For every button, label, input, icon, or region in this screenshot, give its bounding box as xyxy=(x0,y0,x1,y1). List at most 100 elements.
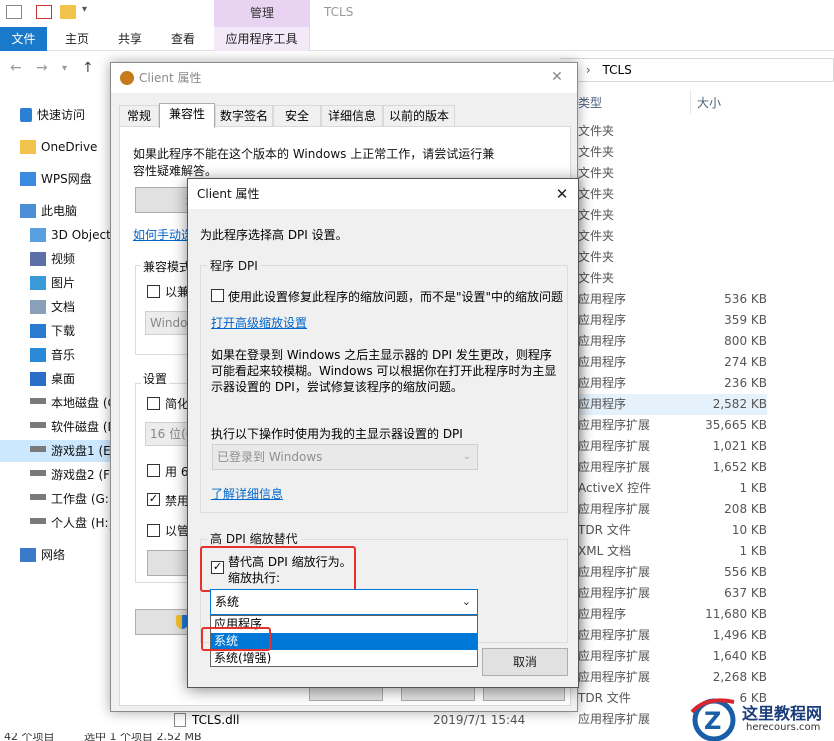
file-row[interactable]: 应用程序 359 KB xyxy=(575,310,767,331)
sidebar-item[interactable]: 游戏盘2 (F: xyxy=(0,464,112,486)
desktop-icon xyxy=(30,371,46,386)
up-icon[interactable]: ↑ xyxy=(82,60,94,76)
file-row[interactable]: 应用程序扩展 1,021 KB xyxy=(575,436,767,457)
file-row[interactable]: 应用程序 274 KB xyxy=(575,352,767,373)
sidebar-item[interactable]: 工作盘 (G:) xyxy=(0,488,112,510)
new-folder-icon[interactable] xyxy=(60,5,76,19)
file-row[interactable]: ActiveX 控件 1 KB xyxy=(575,478,767,499)
fix-scaling-checkbox[interactable] xyxy=(211,289,224,302)
reduced-color-checkbox[interactable] xyxy=(147,397,160,410)
sidebar-item[interactable]: 视频 xyxy=(0,248,112,270)
compat-mode-legend: 兼容模式 xyxy=(141,258,194,275)
recent-locations-icon[interactable]: ▾ xyxy=(62,63,67,74)
sidebar-item-label: 文档 xyxy=(51,300,76,314)
compat-intro-2: 容性疑难解答。 xyxy=(133,164,218,178)
file-row[interactable]: 文件夹 xyxy=(575,226,767,247)
file-row[interactable]: 应用程序扩展 556 KB xyxy=(575,562,767,583)
file-row[interactable]: 应用程序扩展 208 KB xyxy=(575,499,767,520)
tab-digital-signatures[interactable]: 数字签名 xyxy=(215,105,273,127)
sidebar-item[interactable]: 3D Objects xyxy=(0,224,112,246)
folder-icon xyxy=(20,139,36,154)
tab-app-tools[interactable]: 应用程序工具 xyxy=(214,27,310,51)
file-row[interactable]: 文件夹 xyxy=(575,205,767,226)
change-all-users-button[interactable] xyxy=(135,609,195,635)
sidebar-item[interactable]: 网络 xyxy=(0,544,112,566)
tab-home[interactable]: 主页 xyxy=(65,27,89,51)
file-row[interactable]: 应用程序扩展 2,268 KB xyxy=(575,667,767,688)
file-type: 应用程序扩展 xyxy=(578,586,651,600)
properties-icon[interactable] xyxy=(6,5,22,19)
cancel-button[interactable]: 取消 xyxy=(482,648,568,676)
tab-share[interactable]: 共享 xyxy=(118,27,142,51)
checklist-icon[interactable] xyxy=(36,5,52,19)
file-row[interactable]: XML 文档 1 KB xyxy=(575,541,767,562)
tab-general[interactable]: 常规 xyxy=(119,105,159,127)
scaling-option[interactable]: 系统(增强) xyxy=(211,650,477,667)
file-size: 1 KB xyxy=(739,544,767,558)
tab-details[interactable]: 详细信息 xyxy=(321,105,383,127)
dpi-explain-line-1: 如果在登录到 Windows 之后主显示器的 DPI 发生更改，则程序 xyxy=(211,348,552,362)
file-row[interactable]: TDR 文件 10 KB xyxy=(575,520,767,541)
manual-compat-link[interactable]: 如何手动选 xyxy=(133,226,193,243)
file-row[interactable]: 文件夹 xyxy=(575,184,767,205)
sidebar-item-label: 图片 xyxy=(51,276,76,290)
res-640-checkbox[interactable] xyxy=(147,464,160,477)
tab-previous-versions[interactable]: 以前的版本 xyxy=(383,105,455,127)
file-row[interactable]: 文件夹 xyxy=(575,268,767,289)
address-bar[interactable]: 线 › TCLS xyxy=(560,58,834,82)
sidebar-item-label: 3D Objects xyxy=(51,228,112,242)
scaling-mode-combo[interactable]: 系统 ⌄ xyxy=(210,589,478,615)
dll-file-icon xyxy=(174,713,186,727)
sidebar-item-label: WPS网盘 xyxy=(41,172,92,186)
sidebar-item[interactable]: 文档 xyxy=(0,296,112,318)
sidebar-item[interactable]: 本地磁盘 (C xyxy=(0,392,112,414)
sidebar-item[interactable]: 桌面 xyxy=(0,368,112,390)
close-icon[interactable]: ✕ xyxy=(550,182,574,206)
sidebar-item[interactable]: 音乐 xyxy=(0,344,112,366)
tab-compatibility[interactable]: 兼容性 xyxy=(159,103,215,128)
sidebar-item[interactable]: WPS网盘 xyxy=(0,168,112,190)
sidebar-item[interactable]: 个人盘 (H:) xyxy=(0,512,112,534)
sidebar-item-label: 音乐 xyxy=(51,348,76,362)
file-row[interactable]: 应用程序 236 KB xyxy=(575,373,767,394)
file-row[interactable]: 应用程序扩展 1,652 KB xyxy=(575,457,767,478)
file-row[interactable]: 应用程序扩展 1,640 KB xyxy=(575,646,767,667)
address-segment-current[interactable]: TCLS xyxy=(602,63,631,77)
back-icon[interactable]: ← xyxy=(10,60,22,76)
file-row[interactable]: 应用程序扩展 1,496 KB xyxy=(575,625,767,646)
file-row[interactable]: 应用程序 536 KB xyxy=(575,289,767,310)
file-row[interactable]: 应用程序 11,680 KB xyxy=(575,604,767,625)
sidebar-item[interactable]: 快速访问 xyxy=(0,104,112,126)
sidebar-item[interactable]: 下载 xyxy=(0,320,112,342)
sidebar-item[interactable]: OneDrive xyxy=(0,136,112,158)
sidebar-item[interactable]: 软件磁盘 (D xyxy=(0,416,112,438)
learn-more-link[interactable]: 了解详细信息 xyxy=(211,485,283,502)
file-row-tcls-dll[interactable]: TCLS.dll 2019/7/1 15:44 xyxy=(172,710,692,730)
file-name: TCLS.dll xyxy=(192,713,240,727)
file-row[interactable]: 应用程序扩展 35,665 KB xyxy=(575,415,767,436)
picture-icon xyxy=(30,275,46,290)
run-as-admin-checkbox[interactable] xyxy=(147,524,160,537)
file-row[interactable]: 应用程序 2,582 KB xyxy=(575,394,767,415)
file-row[interactable]: 文件夹 xyxy=(575,163,767,184)
watermark-logo: Z 这里教程网 herecours.com xyxy=(688,694,834,741)
sidebar-item[interactable]: 游戏盘1 (E: xyxy=(0,440,112,462)
sidebar-item[interactable]: 图片 xyxy=(0,272,112,294)
customize-toolbar-icon[interactable]: ▾ xyxy=(82,4,87,15)
override-dpi-checkbox[interactable]: ✓ xyxy=(211,561,224,574)
disable-fullscreen-checkbox[interactable]: ✓ xyxy=(147,493,160,506)
open-advanced-scaling-link[interactable]: 打开高级缩放设置 xyxy=(211,314,307,331)
file-row[interactable]: 文件夹 xyxy=(575,142,767,163)
file-row[interactable]: 文件夹 xyxy=(575,247,767,268)
sidebar-item[interactable]: 此电脑 xyxy=(0,200,112,222)
close-icon[interactable]: ✕ xyxy=(545,65,569,89)
compat-mode-checkbox[interactable] xyxy=(147,285,160,298)
tab-security[interactable]: 安全 xyxy=(273,105,321,127)
forward-icon[interactable]: → xyxy=(36,60,48,76)
watermark-title: 这里教程网 xyxy=(742,704,823,723)
file-row[interactable]: 应用程序扩展 637 KB xyxy=(575,583,767,604)
file-row[interactable]: 文件夹 xyxy=(575,121,767,142)
file-row[interactable]: 应用程序 800 KB xyxy=(575,331,767,352)
tab-view[interactable]: 查看 xyxy=(171,27,195,51)
tab-file[interactable]: 文件 xyxy=(0,27,47,51)
